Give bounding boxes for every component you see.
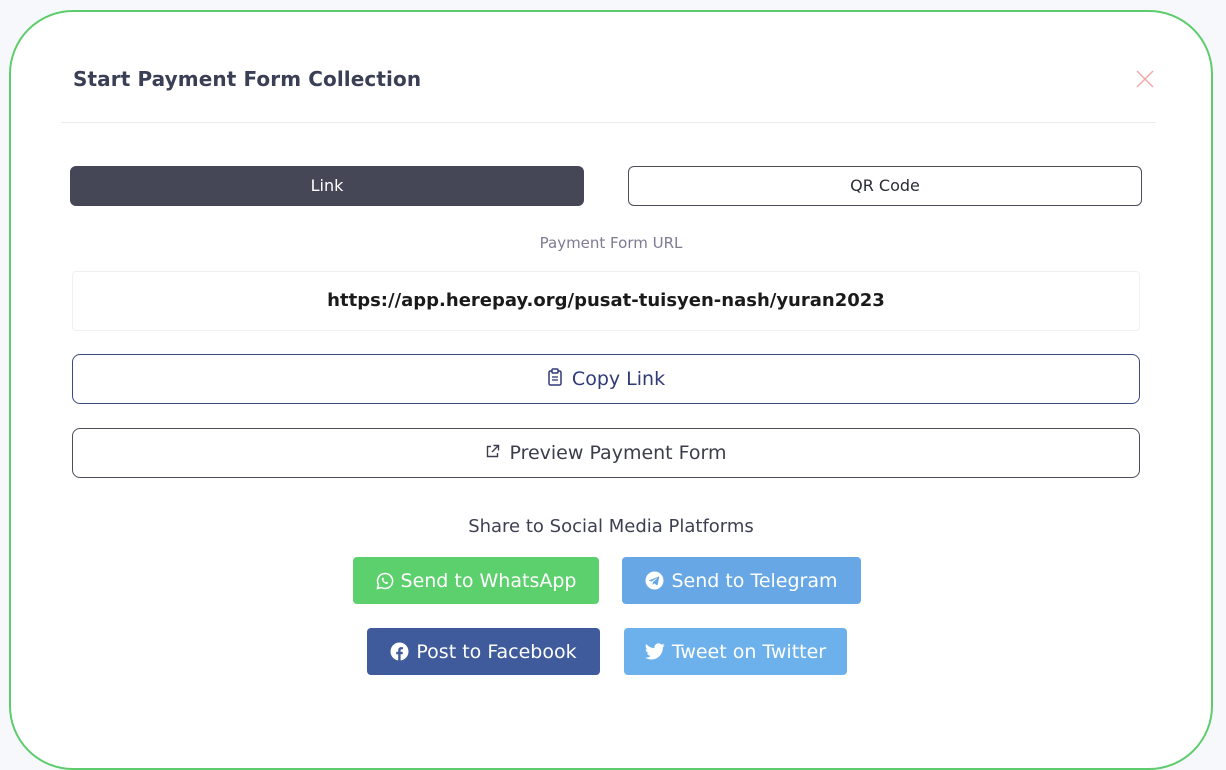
send-to-telegram-button[interactable]: Send to Telegram	[622, 557, 861, 604]
payment-form-url-field[interactable]: https://app.herepay.org/pusat-tuisyen-na…	[72, 271, 1140, 331]
share-heading: Share to Social Media Platforms	[468, 516, 754, 537]
telegram-icon	[645, 571, 664, 590]
external-link-icon	[485, 442, 500, 464]
payment-form-url-label: Payment Form URL	[539, 234, 683, 252]
post-to-facebook-button[interactable]: Post to Facebook	[367, 628, 600, 675]
copy-link-label: Copy Link	[571, 368, 666, 390]
close-icon[interactable]	[1134, 68, 1156, 90]
facebook-icon	[390, 642, 409, 661]
modal-header: Start Payment Form Collection	[61, 12, 1156, 123]
tab-qr-code[interactable]: QR Code	[628, 166, 1142, 206]
whatsapp-icon	[375, 572, 394, 590]
tweet-on-twitter-button[interactable]: Tweet on Twitter	[624, 628, 847, 675]
send-to-telegram-label: Send to Telegram	[671, 569, 838, 592]
preview-payment-form-label: Preview Payment Form	[509, 442, 727, 464]
tab-link[interactable]: Link	[70, 166, 584, 206]
send-to-whatsapp-label: Send to WhatsApp	[400, 569, 577, 592]
post-to-facebook-label: Post to Facebook	[416, 640, 577, 663]
clipboard-icon	[547, 367, 563, 391]
payment-collection-modal: Start Payment Form Collection Link QR Co…	[9, 10, 1213, 770]
tweet-on-twitter-label: Tweet on Twitter	[671, 640, 827, 663]
modal-title: Start Payment Form Collection	[73, 67, 422, 91]
send-to-whatsapp-button[interactable]: Send to WhatsApp	[353, 557, 599, 604]
twitter-icon	[644, 643, 665, 660]
copy-link-button[interactable]: Copy Link	[72, 354, 1140, 404]
preview-payment-form-button[interactable]: Preview Payment Form	[72, 428, 1140, 478]
